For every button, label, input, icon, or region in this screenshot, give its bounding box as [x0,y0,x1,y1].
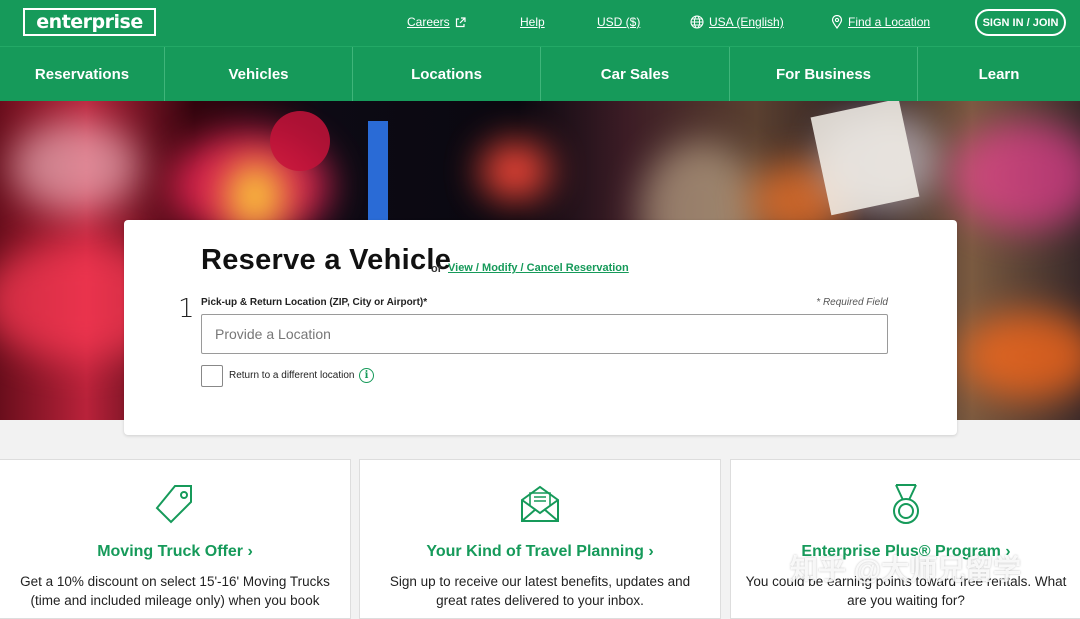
view-modify-cancel-link[interactable]: View / Modify / Cancel Reservation [448,262,629,274]
promo-title: Enterprise Plus® Program › [801,543,1011,560]
currency-label: USD ($) [597,15,641,29]
nav-item-car-sales[interactable]: Car Sales [541,47,730,102]
region-label: USA (English) [709,15,784,29]
promo-card-enterprise-plus[interactable]: Enterprise Plus® Program › You could be … [730,459,1080,619]
chevron-right-icon: › [247,543,253,560]
promo-title: Moving Truck Offer › [97,543,253,560]
required-field-note: * Required Field [816,297,888,308]
top-utility-bar: enterprise Careers Help USD ($) USA (Eng… [0,0,1080,46]
promo-title: Your Kind of Travel Planning › [426,543,654,560]
chevron-right-icon: › [1005,543,1011,560]
medal-icon [893,484,919,524]
location-label: Pick-up & Return Location (ZIP, City or … [201,297,428,308]
globe-icon [690,15,704,29]
reserve-title: Reserve a Vehicle [201,244,452,276]
price-tag-icon [155,485,192,524]
currency-selector[interactable]: USD ($) [597,15,640,29]
help-label: Help [520,15,545,29]
return-different-location-checkbox[interactable] [201,365,223,387]
enterprise-logo[interactable]: enterprise [23,8,156,36]
careers-link[interactable]: Careers [407,15,466,29]
logo-text: enterprise [36,11,143,33]
promo-text: You could be earning points toward free … [745,574,1067,608]
reserve-vehicle-card: Reserve a Vehicle or View / Modify / Can… [124,220,957,435]
step-number: 1 [178,294,195,324]
envelope-letter-icon [521,485,559,522]
careers-label: Careers [407,15,450,29]
location-input[interactable] [201,314,888,354]
promo-card-travel-planning[interactable]: Your Kind of Travel Planning › Sign up t… [359,459,721,619]
promo-text: Sign up to receive our latest benefits, … [389,574,691,608]
promo-text: Get a 10% discount on select 15'-16' Mov… [20,574,330,608]
nav-item-locations[interactable]: Locations [353,47,541,102]
info-icon[interactable]: i [359,368,374,383]
nav-item-vehicles[interactable]: Vehicles [165,47,353,102]
promo-card-moving-truck[interactable]: Moving Truck Offer › Get a 10% discount … [0,459,351,619]
sign-in-join-button[interactable]: SIGN IN / JOIN [975,9,1066,36]
or-text: or [431,263,442,275]
help-link[interactable]: Help [520,15,545,29]
nav-item-learn[interactable]: Learn [918,47,1080,102]
find-location-label: Find a Location [848,15,931,29]
main-navigation: Reservations Vehicles Locations Car Sale… [0,46,1080,102]
region-selector[interactable]: USA (English) [690,15,784,29]
nav-item-reservations[interactable]: Reservations [0,47,165,102]
nav-item-for-business[interactable]: For Business [730,47,918,102]
return-different-location-label: Return to a different location [229,370,355,381]
map-pin-icon [831,15,843,29]
chevron-right-icon: › [648,543,654,560]
external-link-icon [455,16,466,27]
find-location-link[interactable]: Find a Location [831,15,930,29]
